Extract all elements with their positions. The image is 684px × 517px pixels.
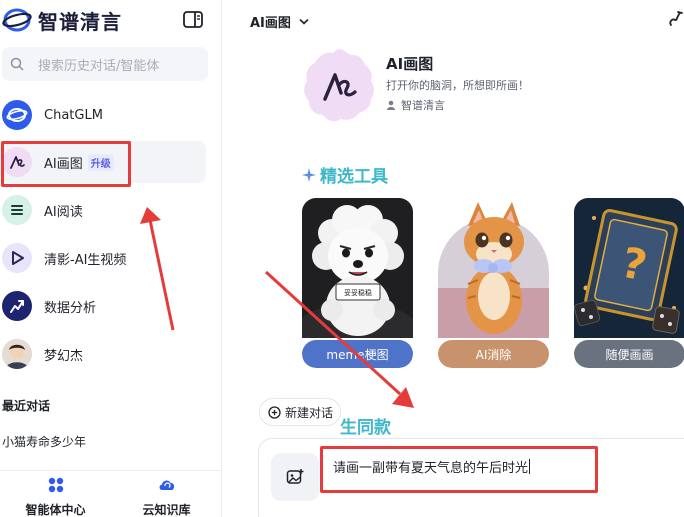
agent-author-name: 智谱清言 (401, 99, 445, 112)
chatglm-logo-icon (2, 100, 32, 130)
sidebar-item-data-analysis[interactable]: 数据分析 (0, 285, 206, 327)
ai-reading-icon (2, 195, 32, 225)
main-panel: AI画图 AI画图 打开你的脑洞，所想即所画！ 智谱清言 精选工具 妥妥稳稳 m… (222, 0, 684, 517)
history-item[interactable]: 小猫寿命多少年 (2, 433, 86, 450)
featured-tools-heading: 精选工具 (302, 162, 388, 187)
sidebar-item-chatglm[interactable]: ChatGLM (0, 94, 206, 136)
ai-drawing-icon (2, 147, 32, 177)
prompt-input-text: 请画一副带有夏天气息的午后时光 (333, 461, 529, 476)
text-caret (529, 459, 531, 474)
plus-circle-icon (268, 405, 281, 419)
featured-tools-title: 精选工具 (320, 167, 388, 187)
sidebar-item-ai-reading[interactable]: AI阅读 (0, 189, 206, 231)
image-upload-icon (286, 469, 304, 484)
brand-logo-icon (2, 8, 32, 32)
knowledge-base-label: 云知识库 (142, 503, 191, 517)
sidebar-item-label: 清影-AI生视频 (44, 252, 127, 268)
agent-author: 智谱清言 (386, 97, 445, 113)
sidebar-toggle-icon[interactable] (183, 11, 203, 28)
white-fluffy-dog-image: 妥妥稳稳 (302, 198, 413, 338)
chevron-down-icon (299, 18, 309, 25)
model-selector[interactable]: AI画图 (250, 12, 309, 31)
sidebar-item-label: 数据分析 (44, 300, 97, 316)
tool-label-ai-erase: AI消除 (438, 340, 549, 368)
apps-grid-icon (48, 477, 63, 493)
agent-center-button[interactable]: 智能体中心 (0, 471, 111, 517)
dog-sign-text: 妥妥稳稳 (344, 288, 372, 297)
tool-card-meme[interactable]: 妥妥稳稳 meme梗图 (302, 198, 413, 368)
agent-avatar (304, 49, 374, 122)
new-chat-button[interactable]: 新建对话 (259, 398, 341, 426)
new-chat-label: 新建对话 (285, 405, 334, 420)
sidebar-bottom-bar: 智能体中心 云知识库 (0, 470, 222, 517)
user-avatar-icon (2, 339, 32, 369)
prompt-input[interactable]: 请画一副带有夏天气息的午后时光 (333, 457, 531, 476)
prompt-composer[interactable]: 请画一副带有夏天气息的午后时光 (258, 438, 684, 517)
orange-kitten-image (438, 198, 549, 338)
upgrade-badge[interactable]: 升级 (87, 153, 114, 171)
tool-label-random-draw: 随便画画 (574, 340, 684, 368)
edit-icon[interactable] (668, 10, 684, 28)
video-play-icon (2, 243, 32, 273)
sidebar-item-label: 梦幻杰 (44, 348, 84, 364)
cloud-sync-icon (159, 480, 174, 490)
same-style-heading: 生同款 (340, 418, 391, 438)
user-icon (387, 100, 395, 110)
chart-icon (2, 291, 32, 321)
knowledge-base-button[interactable]: 云知识库 (111, 471, 222, 517)
sidebar: 智谱清言 搜索历史对话/智能体 ChatGLM AI画图 升级 AI阅读 清影-… (0, 0, 222, 517)
search-input[interactable]: 搜索历史对话/智能体 (2, 47, 208, 81)
page-title: AI画图 (250, 16, 291, 31)
search-placeholder: 搜索历史对话/智能体 (38, 58, 160, 74)
tool-card-random-draw[interactable]: ? 随便画画 (574, 198, 684, 368)
sidebar-item-label: ChatGLM (44, 107, 103, 123)
app-window: 智谱清言 搜索历史对话/智能体 ChatGLM AI画图 升级 AI阅读 清影-… (0, 0, 684, 517)
mystery-card-image: ? (574, 198, 684, 338)
tool-label-meme: meme梗图 (302, 340, 413, 368)
brand-name: 智谱清言 (38, 9, 122, 34)
agent-name: AI画图 (386, 55, 434, 73)
search-icon (10, 57, 24, 71)
sidebar-item-ai-drawing[interactable]: AI画图 升级 (0, 141, 206, 183)
upload-image-button[interactable] (271, 453, 319, 501)
sidebar-item-user[interactable]: 梦幻杰 (0, 333, 206, 375)
sparkle-icon (302, 167, 316, 182)
sidebar-item-video[interactable]: 清影-AI生视频 (0, 237, 206, 279)
brand[interactable]: 智谱清言 (2, 6, 122, 34)
recent-conversations-heading: 最近对话 (2, 399, 51, 413)
agent-center-label: 智能体中心 (25, 503, 86, 517)
sidebar-item-label: AI画图 (44, 156, 83, 172)
agent-description: 打开你的脑洞，所想即所画！ (386, 79, 529, 92)
tool-card-ai-erase[interactable]: AI消除 (438, 198, 549, 368)
sidebar-item-label: AI阅读 (44, 204, 83, 220)
